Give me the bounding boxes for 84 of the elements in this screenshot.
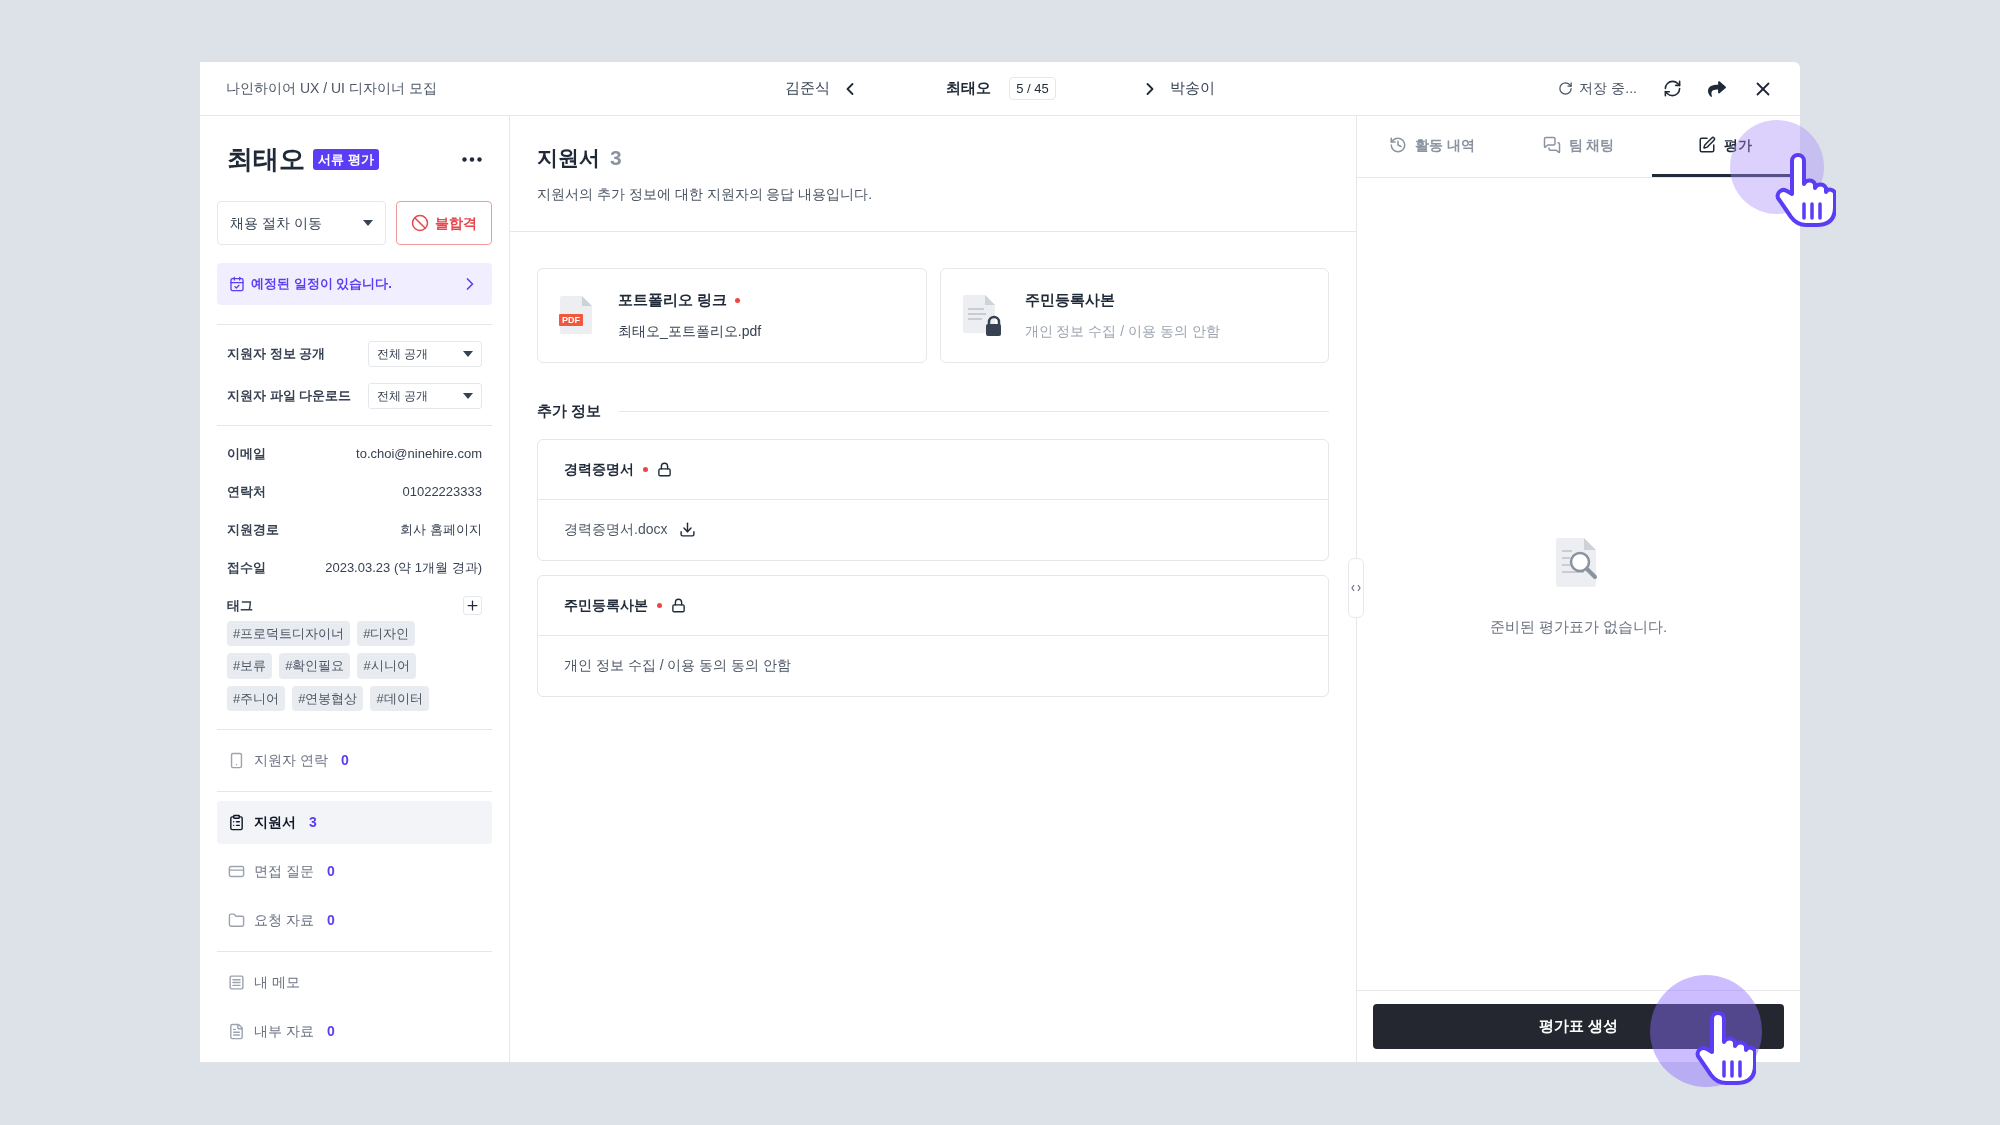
section-description: 지원서의 추가 정보에 대한 지원자의 응답 내용입니다. — [537, 184, 874, 204]
create-scorecard-button[interactable]: 평가표 생성 — [1373, 1004, 1784, 1049]
setting-label: 지원자 정보 공개 — [227, 344, 326, 363]
empty-state-message: 준비된 평가표가 없습니다. — [1489, 617, 1668, 637]
chevrons-icon — [1351, 584, 1361, 592]
visibility-select[interactable]: 전체 공개 — [368, 382, 482, 409]
refresh-icon — [1663, 79, 1682, 98]
previous-candidate-name: 김준식 — [785, 78, 831, 99]
plus-icon — [465, 598, 480, 613]
attachment-title: 주민등록사본 — [1024, 289, 1115, 310]
stage-badge: 서류 평가 — [313, 148, 379, 171]
save-status: 저장 중... — [1579, 79, 1637, 98]
folder-icon — [228, 912, 245, 929]
phone-icon — [228, 752, 245, 769]
saving-icon — [1558, 81, 1574, 96]
tag: #보류 — [227, 653, 273, 679]
card-icon — [228, 863, 245, 880]
attachment-subtitle: 개인 정보 수집 / 이용 동의 안함 — [1024, 322, 1220, 342]
info-label: 이메일 — [227, 444, 266, 463]
more-icon — [462, 157, 482, 162]
field-value: 개인 정보 수집 / 이용 동의 동의 안함 — [564, 656, 792, 675]
tag: #디자인 — [357, 620, 416, 646]
subsection-title: 추가 정보 — [537, 401, 602, 421]
schedule-notice[interactable]: 예정된 일정이 있습니다. — [217, 263, 492, 305]
caret-icon — [463, 350, 473, 357]
stage-select[interactable]: 채용 절차 이동 — [217, 201, 386, 245]
clipboard-icon — [228, 814, 245, 831]
setting-label: 지원자 파일 다운로드 — [227, 386, 352, 405]
attachment-card[interactable]: PDF 포트폴리오 링크 최태오_포트폴리오.pdf — [537, 268, 927, 363]
download-icon — [679, 521, 697, 538]
calendar-icon — [229, 275, 245, 292]
attachment-card[interactable]: 주민등록사본 개인 정보 수집 / 이용 동의 안함 — [939, 268, 1329, 363]
field-value: 경력증명서.docx — [564, 520, 668, 539]
info-label: 연락처 — [227, 482, 266, 501]
edit-icon — [1697, 136, 1716, 154]
current-candidate-name: 최태오 — [946, 78, 992, 99]
tag: #주니어 — [227, 685, 286, 711]
add-tag-button[interactable] — [463, 596, 482, 615]
chat-icon — [1542, 136, 1561, 154]
panel-tab[interactable]: 활동 내역 — [1359, 116, 1506, 177]
sidebar-nav-item[interactable]: 요청 자료 0 — [217, 899, 492, 942]
sidebar-nav-item[interactable]: 내부 자료 0 — [217, 1010, 492, 1053]
share-button[interactable] — [1708, 79, 1726, 98]
tag: #데이터 — [370, 685, 429, 711]
reject-button[interactable]: 불합격 — [396, 201, 492, 245]
panel-resize-handle[interactable] — [1348, 558, 1364, 618]
field-title: 경력증명서 — [564, 459, 634, 479]
info-value: to.choi@ninehire.com — [356, 444, 482, 463]
share-icon — [1708, 79, 1726, 98]
tag: #시니어 — [357, 653, 416, 679]
history-icon — [1389, 136, 1408, 154]
field-title: 주민등록사본 — [564, 595, 648, 615]
info-value: 회사 홈페이지 — [400, 520, 482, 539]
info-label: 지원경로 — [227, 520, 279, 539]
info-value: 01022223333 — [402, 482, 482, 501]
caret-icon — [463, 392, 473, 399]
download-button[interactable] — [679, 521, 697, 538]
section-count: 3 — [610, 145, 622, 171]
tag: #연봉협상 — [292, 685, 364, 711]
attachment-title: 포트폴리오 링크 — [618, 289, 728, 310]
more-button[interactable] — [462, 157, 482, 162]
sidebar-nav-item[interactable]: 면접 질문 0 — [217, 850, 492, 893]
next-candidate-name: 박송이 — [1169, 78, 1215, 99]
info-value: 2023.03.23 (약 1개월 경과) — [325, 558, 482, 577]
position-counter: 5 / 45 — [1009, 76, 1056, 101]
tag: #프로덕트디자이너 — [227, 620, 351, 646]
tags-label: 태그 — [227, 596, 253, 615]
attachment-subtitle: 최태오_포트폴리오.pdf — [618, 322, 762, 342]
document-icon — [228, 1023, 245, 1040]
candidate-name: 최태오 — [227, 143, 305, 176]
breadcrumb: 나인하이어 UX / UI 디자이너 모집 — [226, 79, 438, 98]
locked-document-icon — [962, 294, 1001, 337]
tag: #확인필요 — [279, 653, 351, 679]
info-label: 접수일 — [227, 558, 266, 577]
sidebar-nav-item[interactable]: 지원자 연락 0 — [217, 739, 492, 782]
sidebar-nav-item[interactable]: 내 메모 — [217, 961, 492, 1004]
caret-icon — [363, 220, 373, 226]
refresh-button[interactable] — [1663, 79, 1682, 98]
section-title: 지원서 — [537, 145, 600, 171]
visibility-select[interactable]: 전체 공개 — [368, 340, 482, 367]
sidebar-nav-item[interactable]: 지원서 3 — [217, 801, 492, 844]
memo-icon — [228, 974, 245, 991]
panel-tab[interactable]: 팀 채팅 — [1505, 116, 1652, 177]
prohibited-icon — [411, 214, 429, 232]
